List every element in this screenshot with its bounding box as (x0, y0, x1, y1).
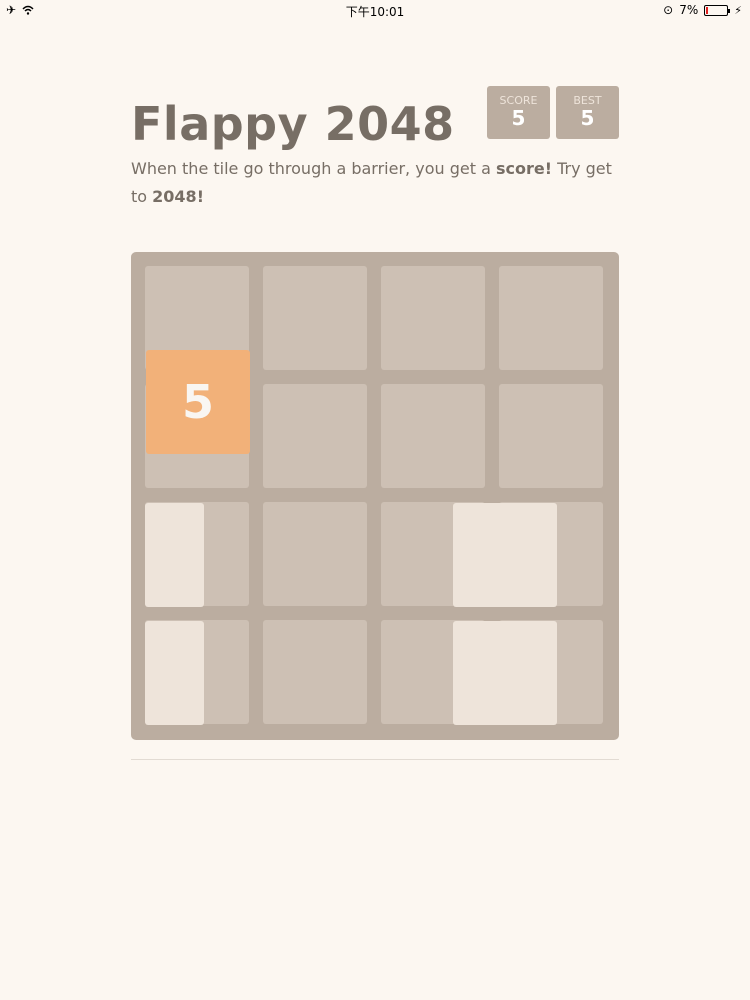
grid-cell (499, 266, 603, 370)
best-value: 5 (580, 106, 595, 130)
grid-cell (263, 266, 367, 370)
battery-percent: 7% (679, 3, 699, 17)
grid-cell (381, 384, 485, 488)
game-board[interactable]: 5 (131, 252, 619, 740)
best-box: BEST 5 (556, 86, 619, 139)
intro-text-1: When the tile go through a barrier, you … (131, 159, 496, 178)
game-intro: When the tile go through a barrier, you … (131, 155, 621, 211)
page-title: Flappy 2048 (131, 97, 455, 151)
barrier-left-upper (145, 503, 204, 607)
grid-cell (381, 266, 485, 370)
status-time: 下午10:01 (345, 5, 405, 19)
divider (131, 759, 619, 760)
score-box: SCORE 5 (487, 86, 550, 139)
battery-icon (704, 4, 731, 16)
intro-bold-2048: 2048! (152, 187, 204, 206)
status-bar: ✈ 下午10:01 ⊙ 7% ⚡ (0, 0, 750, 22)
charging-icon: ⚡ (734, 3, 742, 17)
barrier-right-lower (453, 621, 557, 725)
player-tile[interactable]: 5 (146, 350, 250, 454)
score-value: 5 (511, 106, 526, 130)
barrier-right-upper (453, 503, 557, 607)
rotation-lock-icon: ⊙ (663, 3, 674, 17)
grid-cell (263, 502, 367, 606)
barrier-left-lower (145, 621, 204, 725)
grid-cell (263, 620, 367, 724)
grid-cell (263, 384, 367, 488)
intro-bold-score: score! (495, 159, 552, 178)
grid-cell (499, 384, 603, 488)
status-bar-right: ⊙ 7% ⚡ (663, 3, 742, 17)
